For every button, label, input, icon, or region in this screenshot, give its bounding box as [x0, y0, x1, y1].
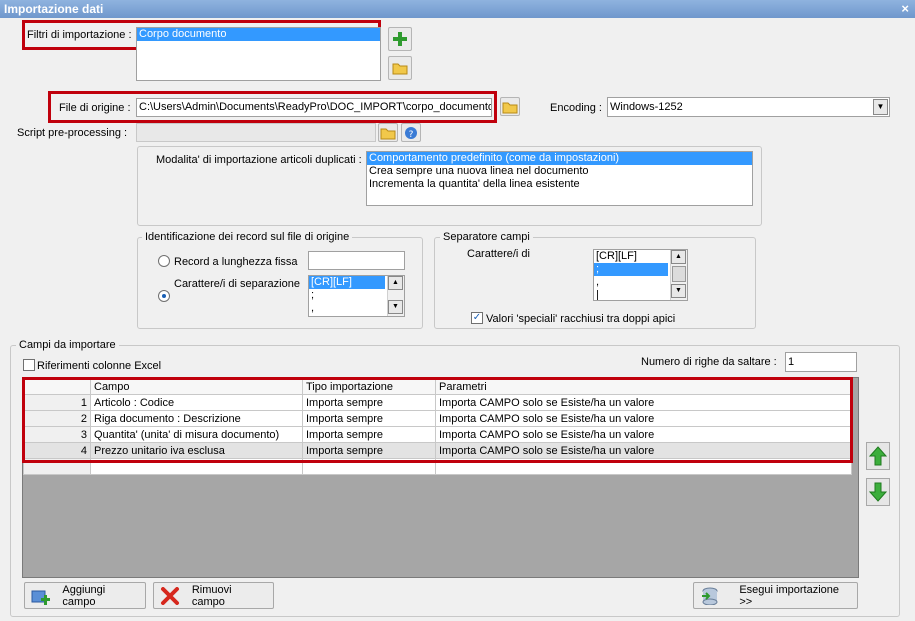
- filters-label: Filtri di importazione :: [27, 29, 132, 41]
- browse-script-button[interactable]: [378, 123, 398, 142]
- move-up-button[interactable]: [866, 442, 890, 470]
- arrow-down-icon: [869, 482, 887, 502]
- scroll-down-icon[interactable]: ▼: [388, 300, 403, 314]
- move-down-button[interactable]: [866, 478, 890, 506]
- source-file-input[interactable]: C:\Users\Admin\Documents\ReadyPro\DOC_IM…: [136, 98, 492, 117]
- title-bar: Importazione dati: [0, 0, 915, 18]
- fixed-length-input[interactable]: [308, 251, 405, 270]
- remove-icon: [161, 586, 179, 605]
- plus-icon: [393, 32, 407, 46]
- scroll-up-icon[interactable]: ▲: [671, 250, 686, 264]
- close-icon[interactable]: ×: [901, 1, 909, 16]
- add-field-label: Aggiungi campo: [62, 583, 106, 608]
- grid-highlight: [22, 377, 853, 463]
- add-field-icon: [31, 590, 50, 605]
- fixed-length-radio[interactable]: [158, 255, 170, 267]
- field-separator-item[interactable]: ;: [594, 263, 668, 276]
- fields-section-title: Campi da importare: [16, 339, 119, 352]
- folder-icon: [502, 102, 518, 113]
- duplicates-option[interactable]: Comportamento predefinito (come da impos…: [367, 152, 752, 165]
- duplicates-list[interactable]: Comportamento predefinito (come da impos…: [366, 151, 753, 206]
- encoding-value: Windows-1252: [610, 101, 683, 113]
- encoding-label: Encoding :: [550, 102, 602, 114]
- svg-text:?: ?: [409, 130, 414, 140]
- fixed-length-label: Record a lunghezza fissa: [174, 256, 298, 268]
- quoted-values-checkbox[interactable]: ✓: [471, 312, 483, 324]
- filters-list[interactable]: Corpo documento: [136, 27, 381, 81]
- field-separator-chars-label: Carattere/i di: [467, 248, 530, 260]
- open-filter-button[interactable]: [388, 56, 412, 80]
- excel-refs-checkbox[interactable]: [23, 359, 35, 371]
- record-id-title: Identificazione dei record sul file di o…: [142, 231, 353, 244]
- scroll-up-icon[interactable]: ▲: [388, 276, 403, 290]
- run-import-label: Esegui importazione >>: [739, 583, 839, 608]
- run-import-button[interactable]: Esegui importazione >>: [693, 582, 858, 609]
- duplicates-option[interactable]: Crea sempre una nuova linea nel document…: [367, 165, 752, 178]
- skip-rows-input[interactable]: 1: [785, 352, 857, 372]
- help-icon: ?: [405, 126, 417, 140]
- scroll-thumb[interactable]: [672, 266, 686, 282]
- record-separator-item[interactable]: [CR][LF]: [309, 276, 385, 289]
- duplicates-label: Modalita' di importazione articoli dupli…: [156, 154, 362, 166]
- script-label: Script pre-processing :: [17, 127, 128, 139]
- window-title: Importazione dati: [4, 2, 104, 16]
- chevron-down-icon[interactable]: ▼: [873, 99, 888, 115]
- duplicates-option[interactable]: Incrementa la quantita' della linea esis…: [367, 178, 752, 191]
- skip-rows-label: Numero di righe da saltare :: [641, 356, 777, 368]
- source-file-label: File di origine :: [59, 102, 131, 114]
- add-field-button[interactable]: Aggiungi campo: [24, 582, 146, 609]
- excel-refs-label: Riferimenti colonne Excel: [37, 360, 162, 372]
- quoted-values-label: Valori 'speciali' racchiusi tra doppi ap…: [486, 313, 676, 325]
- database-run-icon: [702, 587, 718, 605]
- separator-label: Carattere/i di separazione: [174, 278, 300, 290]
- separator-radio[interactable]: [158, 290, 170, 302]
- encoding-select[interactable]: Windows-1252: [607, 97, 890, 117]
- script-input[interactable]: [136, 123, 376, 142]
- arrow-up-icon: [869, 446, 887, 466]
- remove-field-button[interactable]: Rimuovi campo: [153, 582, 274, 609]
- browse-file-button[interactable]: [500, 97, 520, 116]
- add-filter-button[interactable]: [388, 27, 412, 51]
- folder-icon: [392, 63, 408, 75]
- folder-icon: [380, 128, 396, 139]
- scroll-down-icon[interactable]: ▼: [671, 284, 686, 298]
- field-separator-scrollbar[interactable]: ▲ ▼: [670, 250, 687, 300]
- script-help-button[interactable]: ?: [401, 123, 421, 142]
- filters-list-item[interactable]: Corpo documento: [137, 28, 380, 41]
- record-separator-scrollbar[interactable]: ▲ ▼: [387, 276, 404, 316]
- remove-field-label: Rimuovi campo: [191, 583, 232, 608]
- field-separator-title: Separatore campi: [440, 231, 533, 244]
